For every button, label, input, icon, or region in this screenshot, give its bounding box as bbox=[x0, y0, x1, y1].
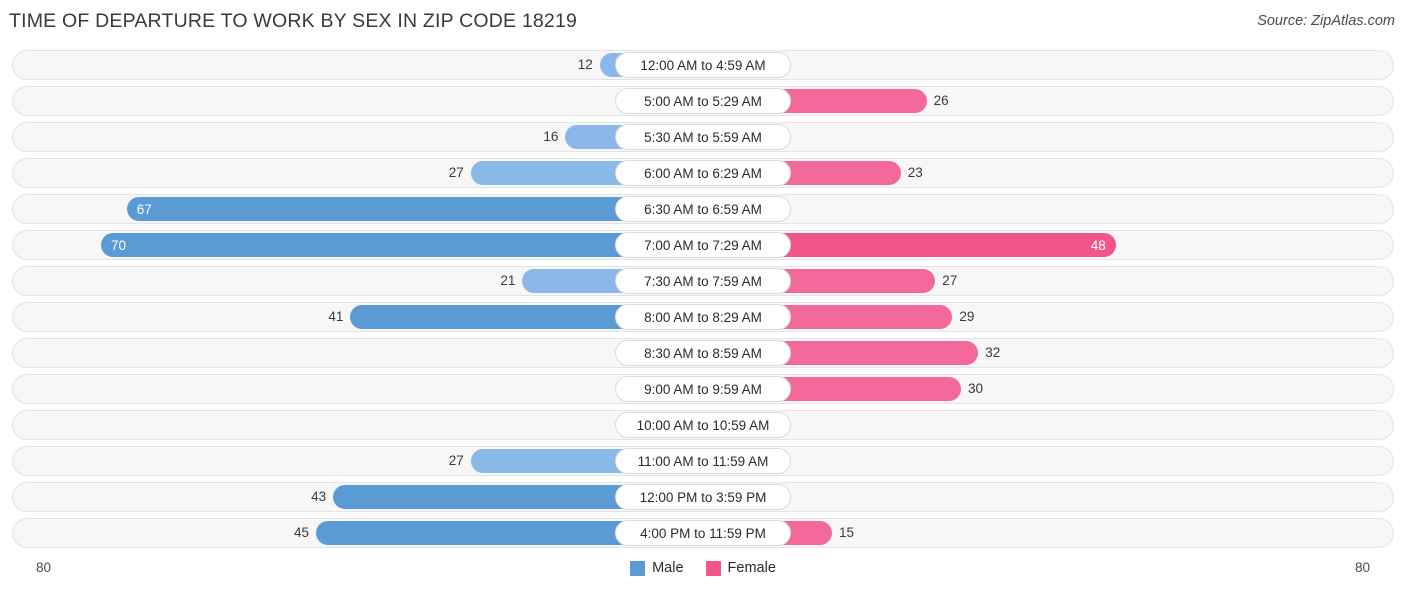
bar-male[interactable]: 70 bbox=[101, 233, 703, 257]
bar-value-female: 30 bbox=[968, 381, 984, 396]
chart-header: TIME OF DEPARTURE TO WORK BY SEX IN ZIP … bbox=[0, 0, 1406, 45]
row-category-label: 5:00 AM to 5:29 AM bbox=[615, 88, 791, 114]
bar-value-male: 41 bbox=[328, 309, 344, 324]
bar-value-male: 67 bbox=[136, 201, 152, 217]
legend-label-male: Male bbox=[652, 560, 684, 576]
bar-value-male: 12 bbox=[577, 57, 593, 72]
bar-value-female: 23 bbox=[907, 165, 923, 180]
chart-footer: 80 80 Male Female bbox=[0, 556, 1406, 595]
row-category-label: 12:00 AM to 4:59 AM bbox=[615, 52, 791, 78]
row-category-label: 10:00 AM to 10:59 AM bbox=[615, 412, 791, 438]
row-category-label: 9:00 AM to 9:59 AM bbox=[615, 376, 791, 402]
bar-value-female: 26 bbox=[933, 93, 949, 108]
chart-root: TIME OF DEPARTURE TO WORK BY SEX IN ZIP … bbox=[0, 0, 1406, 595]
legend-swatch-male-icon bbox=[630, 560, 646, 576]
chart-row[interactable]: 70 48 7:00 AM to 7:29 AM bbox=[12, 230, 1394, 260]
chart-row[interactable]: 45 15 4:00 PM to 11:59 PM bbox=[12, 518, 1394, 548]
legend-swatch-female-icon bbox=[705, 560, 721, 576]
bar-value-male: 21 bbox=[500, 273, 516, 288]
bar-value-male: 70 bbox=[111, 237, 127, 253]
chart-row[interactable]: 41 29 8:00 AM to 8:29 AM bbox=[12, 302, 1394, 332]
row-category-label: 6:00 AM to 6:29 AM bbox=[615, 160, 791, 186]
chart-row[interactable]: 43012:00 PM to 3:59 PM bbox=[12, 482, 1394, 512]
row-category-label: 7:00 AM to 7:29 AM bbox=[615, 232, 791, 258]
chart-legend: Male Female bbox=[0, 560, 1406, 576]
chart-row[interactable]: 0 32 8:30 AM to 8:59 AM bbox=[12, 338, 1394, 368]
bar-value-male: 27 bbox=[448, 165, 464, 180]
chart-row[interactable]: 27711:00 AM to 11:59 AM bbox=[12, 446, 1394, 476]
chart-row[interactable]: 21 27 7:30 AM to 7:59 AM bbox=[12, 266, 1394, 296]
bar-value-male: 0 bbox=[12, 338, 640, 368]
chart-row[interactable]: 0 26 5:00 AM to 5:29 AM bbox=[12, 86, 1394, 116]
chart-row[interactable]: 12012:00 AM to 4:59 AM bbox=[12, 50, 1394, 80]
bar-value-female: 15 bbox=[839, 525, 855, 540]
bar-value-male: 16 bbox=[543, 129, 559, 144]
source-attribution: Source: ZipAtlas.com bbox=[1257, 13, 1395, 29]
page-title: TIME OF DEPARTURE TO WORK BY SEX IN ZIP … bbox=[9, 10, 578, 32]
bar-value-female: 48 bbox=[1090, 237, 1106, 253]
row-category-label: 5:30 AM to 5:59 AM bbox=[615, 124, 791, 150]
row-category-label: 11:00 AM to 11:59 AM bbox=[615, 448, 791, 474]
bar-value-male: 0 bbox=[12, 410, 640, 440]
row-category-label: 8:30 AM to 8:59 AM bbox=[615, 340, 791, 366]
legend-item-female[interactable]: Female bbox=[705, 560, 776, 576]
bar-value-male: 45 bbox=[293, 525, 309, 540]
bar-value-male: 0 bbox=[12, 86, 640, 116]
chart-row[interactable]: 1605:30 AM to 5:59 AM bbox=[12, 122, 1394, 152]
chart-row[interactable]: 0010:00 AM to 10:59 AM bbox=[12, 410, 1394, 440]
row-category-label: 8:00 AM to 8:29 AM bbox=[615, 304, 791, 330]
bar-value-female: 29 bbox=[959, 309, 975, 324]
bar-value-female: 27 bbox=[942, 273, 958, 288]
bar-value-male: 27 bbox=[448, 453, 464, 468]
bar-value-male: 0 bbox=[12, 374, 640, 404]
chart-plot-area: 12012:00 AM to 4:59 AM0265:00 AM to 5:29… bbox=[0, 50, 1406, 555]
chart-row[interactable]: 27 23 6:00 AM to 6:29 AM bbox=[12, 158, 1394, 188]
row-category-label: 4:00 PM to 11:59 PM bbox=[615, 520, 791, 546]
bar-value-male: 43 bbox=[311, 489, 327, 504]
legend-label-female: Female bbox=[727, 560, 776, 576]
row-category-label: 12:00 PM to 3:59 PM bbox=[615, 484, 791, 510]
chart-row[interactable]: 6706:30 AM to 6:59 AM bbox=[12, 194, 1394, 224]
legend-item-male[interactable]: Male bbox=[630, 560, 684, 576]
row-category-label: 7:30 AM to 7:59 AM bbox=[615, 268, 791, 294]
bar-value-female: 32 bbox=[985, 345, 1001, 360]
row-category-label: 6:30 AM to 6:59 AM bbox=[615, 196, 791, 222]
chart-row[interactable]: 0 30 9:00 AM to 9:59 AM bbox=[12, 374, 1394, 404]
